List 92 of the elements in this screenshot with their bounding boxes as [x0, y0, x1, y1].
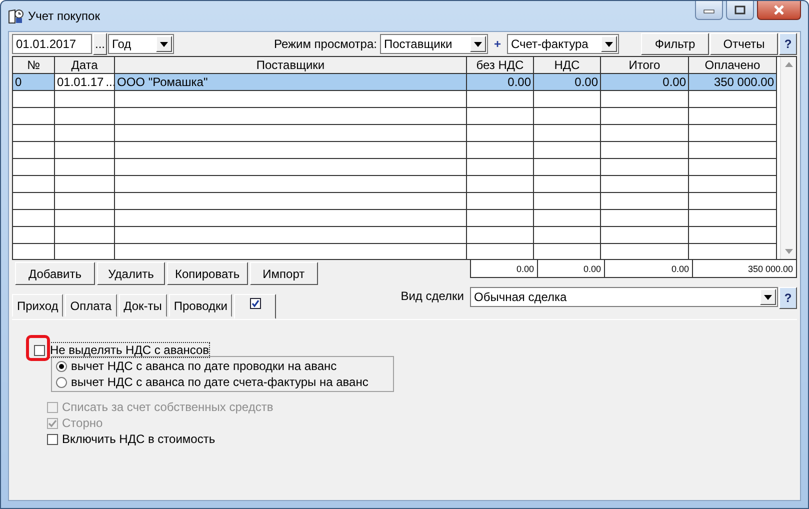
close-icon: [772, 5, 786, 15]
table-cell: [534, 193, 601, 210]
date-value[interactable]: 01.01.17: [57, 74, 104, 90]
table-cell: 0: [13, 74, 55, 91]
column-header[interactable]: Итого: [601, 57, 689, 74]
table-cell: [55, 142, 115, 159]
table-cell: [467, 227, 534, 244]
table-cell: [55, 125, 115, 142]
maximize-icon: [734, 5, 746, 15]
help-button[interactable]: ?: [779, 33, 797, 55]
table-cell: [534, 210, 601, 227]
table-cell: [534, 227, 601, 244]
checkbox[interactable]: [47, 434, 58, 444]
table-cell: [534, 125, 601, 142]
date-picker-button[interactable]: ...: [93, 33, 107, 55]
table-cell: [55, 227, 115, 244]
table-cell: [467, 125, 534, 142]
table-cell: [534, 91, 601, 108]
column-header[interactable]: Поставщики: [115, 57, 467, 74]
close-button[interactable]: [757, 1, 801, 20]
help-button[interactable]: ?: [779, 287, 797, 309]
view-mode-label: Режим просмотра:: [274, 37, 377, 51]
column-header[interactable]: НДС: [534, 57, 601, 74]
dropdown-arrow-icon: [474, 42, 482, 46]
table-cell: 0.00: [467, 74, 534, 91]
action-button[interactable]: Импорт: [250, 262, 318, 285]
tab[interactable]: Док-ты: [118, 294, 167, 317]
book-clock-icon: [8, 8, 24, 24]
column-header[interactable]: без НДС: [467, 57, 534, 74]
period-dropdown[interactable]: Год: [108, 34, 174, 54]
table-cell: [534, 159, 601, 176]
radio-button[interactable]: [56, 360, 67, 372]
checkbox-label: Включить НДС в стоимость: [62, 432, 216, 446]
document-type-dropdown[interactable]: Счет-фактура: [507, 34, 619, 54]
tab[interactable]: Приход: [12, 294, 64, 317]
total-value: 0.00: [583, 264, 601, 274]
total-value: 0.00: [516, 264, 534, 274]
dropdown-arrow-icon: [605, 42, 613, 46]
minimize-button[interactable]: [695, 1, 723, 20]
table-cell: [467, 108, 534, 125]
action-button[interactable]: Добавить: [15, 262, 95, 285]
checkbox-tab[interactable]: [234, 294, 276, 319]
table-cell: ООО "Ромашка": [115, 74, 467, 91]
window-title: Учет покупок: [28, 9, 100, 23]
total-value: 0.00: [671, 264, 689, 274]
action-button[interactable]: Удалить: [97, 262, 165, 285]
maximize-button[interactable]: [726, 1, 754, 20]
column-header[interactable]: №: [13, 57, 55, 74]
scroll-up-icon: [784, 62, 792, 67]
table-cell: [55, 91, 115, 108]
table-cell: 0.00: [601, 74, 689, 91]
table-cell: [55, 108, 115, 125]
column-header[interactable]: Дата: [55, 57, 115, 74]
checkbox[interactable]: [34, 344, 45, 356]
table-cell: 350 000.00: [689, 74, 777, 91]
dropdown-arrow-icon: [160, 42, 168, 46]
table-cell: [467, 159, 534, 176]
table-cell: [467, 193, 534, 210]
deal-type-dropdown[interactable]: Обычная сделка: [470, 287, 778, 307]
checkbox-icon: [250, 298, 261, 309]
reports-button[interactable]: Отчеты: [710, 33, 778, 55]
date-field[interactable]: 01.01.2017: [12, 34, 92, 54]
checkbox-label: Списать за счет собственных средств: [62, 400, 274, 414]
table-cell: 0.00: [534, 74, 601, 91]
dropdown-arrow-icon: [764, 294, 772, 300]
radio-button[interactable]: [56, 376, 67, 388]
total-value: 350 000.00: [748, 264, 793, 274]
column-header[interactable]: Оплачено: [689, 57, 777, 74]
table-cell: [534, 108, 601, 125]
tab[interactable]: Оплата: [65, 294, 117, 317]
table-cell: [467, 142, 534, 159]
table-cell: [467, 176, 534, 193]
action-button[interactable]: Копировать: [167, 262, 248, 285]
radio-label: вычет НДС с аванса по дате проводки на аванс: [71, 359, 337, 373]
table-cell: [534, 176, 601, 193]
plus-sign: +: [494, 37, 501, 51]
radio-label: вычет НДС с аванса по дате счета-фактуры на аванс: [71, 375, 368, 389]
tab[interactable]: Проводки: [168, 294, 232, 317]
table-cell: [467, 91, 534, 108]
table-cell: [534, 142, 601, 159]
table-cell: [55, 159, 115, 176]
checkbox-label: Не выделять НДС с авансов: [50, 343, 210, 357]
table-cell: [55, 210, 115, 227]
scroll-down-icon: [784, 249, 792, 254]
filter-button[interactable]: Фильтр: [641, 33, 709, 55]
view-mode-dropdown[interactable]: Поставщики: [380, 34, 488, 54]
table-cell: [467, 210, 534, 227]
deal-type-label: Вид сделки: [400, 289, 464, 303]
table-cell: [55, 176, 115, 193]
checkbox-label: Сторно: [62, 416, 103, 430]
table-cell: [55, 193, 115, 210]
vertical-scrollbar[interactable]: [780, 57, 796, 259]
